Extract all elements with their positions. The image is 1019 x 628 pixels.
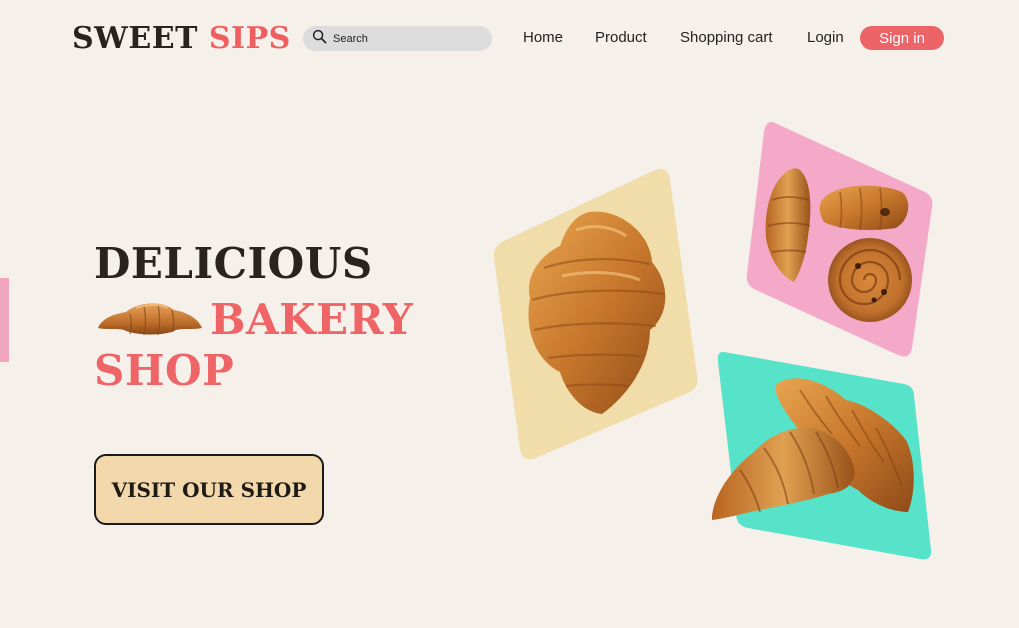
landing-page: SWEET SIPS Home Product Shopping cart Lo… [0, 0, 1019, 628]
pastry-collage [493, 122, 933, 560]
